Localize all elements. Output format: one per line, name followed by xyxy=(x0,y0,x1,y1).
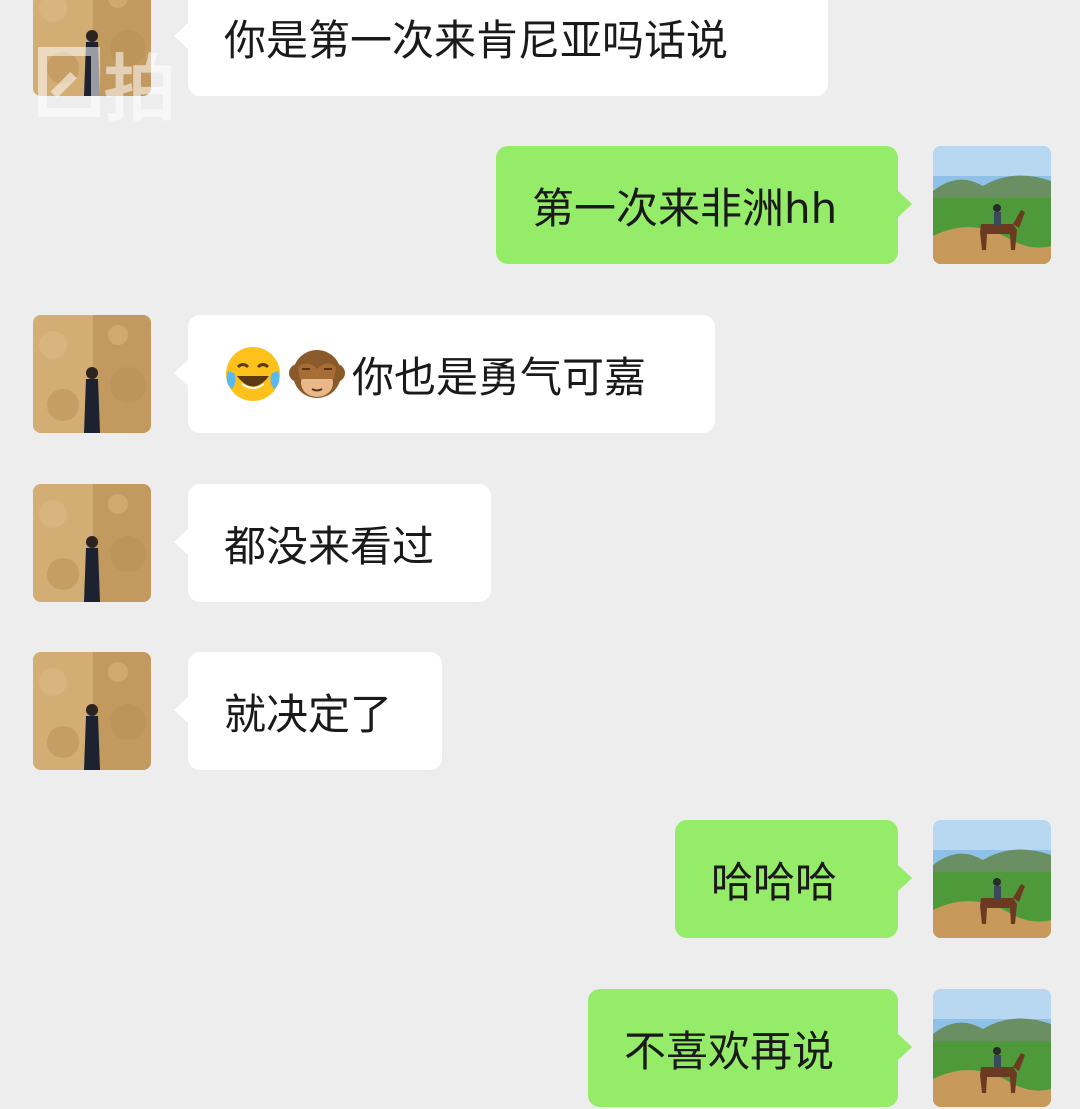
tears-of-joy-emoji-icon xyxy=(224,345,282,403)
message-text: 不喜欢再说 xyxy=(624,1026,835,1076)
contact-avatar[interactable] xyxy=(33,315,151,433)
incoming-message-bubble[interactable]: 你也是勇气可嘉 xyxy=(174,315,715,433)
message-row: 不喜欢再说 xyxy=(0,989,1080,1109)
self-avatar[interactable] xyxy=(933,820,1051,938)
contact-avatar[interactable] xyxy=(33,652,151,770)
outgoing-message-bubble[interactable]: 哈哈哈 xyxy=(675,820,912,938)
self-avatar[interactable] xyxy=(933,146,1051,264)
incoming-message-bubble[interactable]: 你是第一次来肯尼亚吗话说 xyxy=(174,0,828,96)
contact-avatar[interactable] xyxy=(33,0,151,96)
self-avatar[interactable] xyxy=(933,989,1051,1107)
message-text: 第一次来非洲hh xyxy=(532,183,838,233)
incoming-message-bubble[interactable]: 都没来看过 xyxy=(174,484,491,602)
message-text: 就决定了 xyxy=(224,689,393,739)
message-text: 你是第一次来肯尼亚吗话说 xyxy=(224,15,729,65)
outgoing-message-bubble[interactable]: 第一次来非洲hh xyxy=(496,146,912,264)
message-row: 你是第一次来肯尼亚吗话说 xyxy=(0,0,1080,98)
message-row: 哈哈哈 xyxy=(0,820,1080,940)
message-row: 第一次来非洲hh xyxy=(0,146,1080,266)
message-text: 哈哈哈 xyxy=(711,857,838,907)
incoming-message-bubble[interactable]: 就决定了 xyxy=(174,652,442,770)
message-row: 就决定了 xyxy=(0,652,1080,772)
message-text: 你也是勇气可嘉 xyxy=(352,352,647,402)
see-no-evil-monkey-emoji-icon xyxy=(288,345,346,403)
message-row: 都没来看过 xyxy=(0,484,1080,604)
outgoing-message-bubble[interactable]: 不喜欢再说 xyxy=(588,989,912,1107)
message-text: 都没来看过 xyxy=(224,521,435,571)
message-row: 你也是勇气可嘉 xyxy=(0,315,1080,435)
contact-avatar[interactable] xyxy=(33,484,151,602)
